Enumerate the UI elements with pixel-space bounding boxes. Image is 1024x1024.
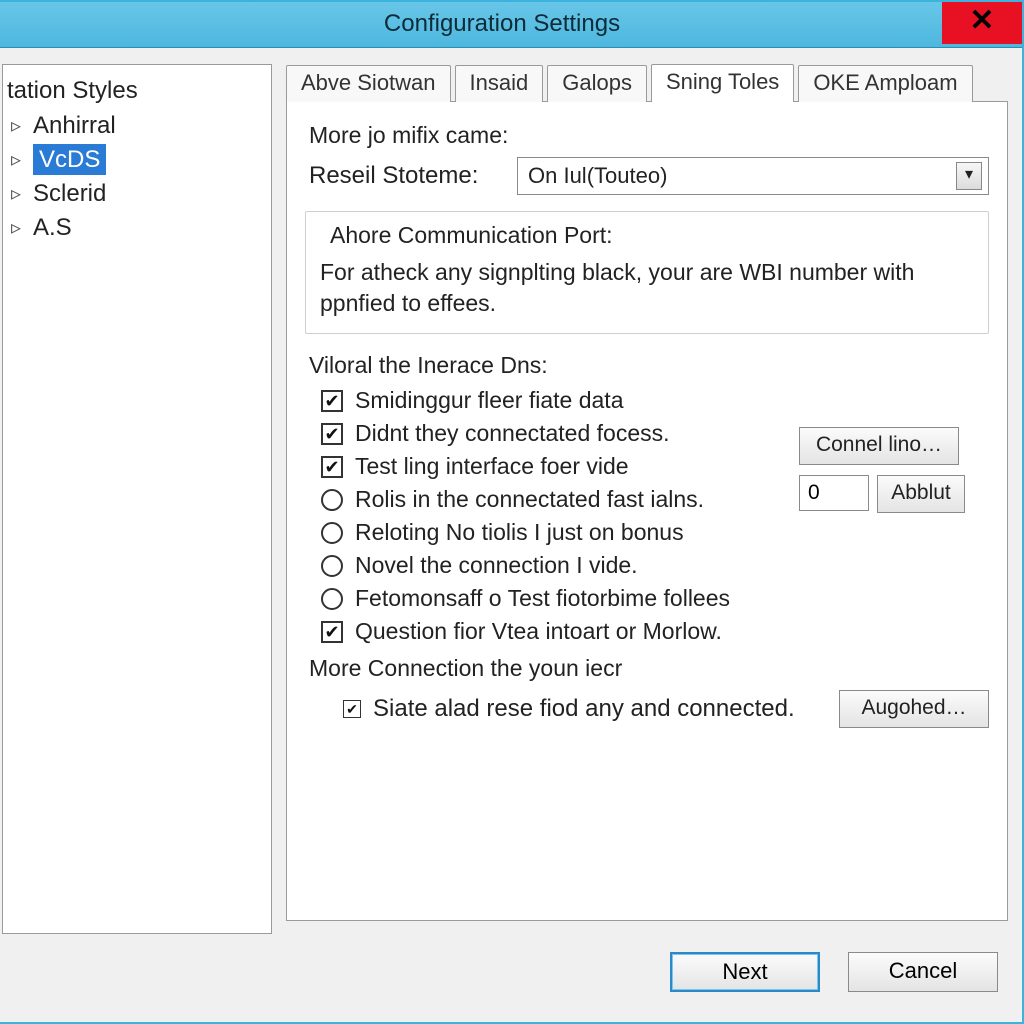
tab-label: OKE Amploam xyxy=(813,70,957,95)
button-label: Abblut xyxy=(891,481,951,504)
option-label: Reloting No tiolis I just on bonus xyxy=(355,519,684,546)
client-area: tation Styles ▹ Anhirral ▹ VcDS ▹ Scleri… xyxy=(0,50,1022,1022)
comm-port-text: For atheck any signplting black, your ar… xyxy=(320,257,974,319)
comm-port-group: Ahore Communication Port: For atheck any… xyxy=(305,211,989,334)
side-controls: Connel lino… Abblut xyxy=(799,427,989,513)
viloral-heading: Viloral the Inerace Dns: xyxy=(309,352,989,379)
option-label: Rolis in the connectated fast ialns. xyxy=(355,486,704,513)
group1-heading: More jo mifix came: xyxy=(309,122,989,149)
titlebar: Configuration Settings ✕ xyxy=(0,2,1022,48)
button-label: Next xyxy=(722,959,767,984)
button-label: Cancel xyxy=(889,958,957,983)
nav-tree[interactable]: tation Styles ▹ Anhirral ▹ VcDS ▹ Scleri… xyxy=(2,64,272,934)
option-fetomonsaff[interactable]: Fetomonsaff o Test fiotorbime follees xyxy=(305,585,989,612)
main-panel: Abve Siotwan Insaid Galops Sning Toles O… xyxy=(272,64,1008,934)
number-input[interactable] xyxy=(799,475,869,511)
option-label: Smidinggur fleer fiate data xyxy=(355,387,624,414)
tree-item-label: A.S xyxy=(33,214,72,241)
tab-label: Galops xyxy=(562,70,632,95)
dialog-footer: Next Cancel xyxy=(670,952,998,992)
option-reloting[interactable]: Reloting No tiolis I just on bonus xyxy=(305,519,989,546)
tab-galops[interactable]: Galops xyxy=(547,65,647,102)
radio-icon[interactable] xyxy=(321,522,343,544)
checkbox-icon[interactable] xyxy=(321,423,343,445)
viloral-options: Smidinggur fleer fiate data Didnt they c… xyxy=(305,387,989,645)
tab-page: More jo mifix came: Reseil Stoteme: On I… xyxy=(286,101,1008,921)
radio-icon[interactable] xyxy=(321,588,343,610)
cancel-button[interactable]: Cancel xyxy=(848,952,998,992)
option-novel[interactable]: Novel the connection I vide. xyxy=(305,552,989,579)
tab-sning-toles[interactable]: Sning Toles xyxy=(651,64,794,102)
tree-item-anhirral[interactable]: ▹ Anhirral xyxy=(3,109,271,143)
chevron-right-icon: ▹ xyxy=(11,181,21,206)
option-label: Fetomonsaff o Test fiotorbime follees xyxy=(355,585,730,612)
chevron-right-icon: ▹ xyxy=(11,113,21,138)
checkbox-icon[interactable] xyxy=(321,621,343,643)
radio-icon[interactable] xyxy=(321,555,343,577)
chevron-down-icon[interactable]: ▾ xyxy=(956,162,982,190)
tab-oke-amploam[interactable]: OKE Amploam xyxy=(798,65,972,102)
window-title: Configuration Settings xyxy=(0,10,1022,38)
button-label: Connel lino… xyxy=(816,433,942,456)
tab-label: Abve Siotwan xyxy=(301,70,436,95)
tree-root[interactable]: tation Styles xyxy=(3,73,271,109)
tree-item-sclerid[interactable]: ▹ Sclerid xyxy=(3,177,271,211)
augohed-button[interactable]: Augohed… xyxy=(839,690,989,728)
chevron-right-icon: ▹ xyxy=(11,147,21,172)
checkbox-icon[interactable] xyxy=(321,390,343,412)
close-button[interactable]: ✕ xyxy=(942,2,1022,44)
option-label: Novel the connection I vide. xyxy=(355,552,638,579)
config-window: Configuration Settings ✕ tation Styles ▹… xyxy=(0,0,1024,1024)
abblut-button[interactable]: Abblut xyxy=(877,475,965,513)
more-connection-heading: More Connection the youn iecr xyxy=(309,655,989,682)
chevron-right-icon: ▹ xyxy=(11,215,21,240)
tab-label: Sning Toles xyxy=(666,69,779,94)
reseil-label: Reseil Stoteme: xyxy=(309,162,499,190)
reseil-dropdown[interactable]: On Iul(Touteo) ▾ xyxy=(517,157,989,195)
close-icon: ✕ xyxy=(969,4,994,37)
tab-strip: Abve Siotwan Insaid Galops Sning Toles O… xyxy=(286,64,1008,102)
radio-icon[interactable] xyxy=(321,489,343,511)
option-label: Test ling interface foer vide xyxy=(355,453,629,480)
tab-abve-siotwan[interactable]: Abve Siotwan xyxy=(286,65,451,102)
next-button[interactable]: Next xyxy=(670,952,820,992)
checkbox-icon[interactable] xyxy=(321,456,343,478)
tree-item-vcds[interactable]: ▹ VcDS xyxy=(3,143,271,177)
tab-insaid[interactable]: Insaid xyxy=(455,65,544,102)
dropdown-value: On Iul(Touteo) xyxy=(528,163,667,189)
check-label: Siate alad rese fiod any and connected. xyxy=(373,695,795,723)
tree-item-label: VcDS xyxy=(33,144,106,175)
option-question[interactable]: Question fior Vtea intoart or Morlow. xyxy=(305,618,989,645)
connel-lino-button[interactable]: Connel lino… xyxy=(799,427,959,465)
tree-item-as[interactable]: ▹ A.S xyxy=(3,211,271,245)
option-label: Didnt they connectated focess. xyxy=(355,420,670,447)
siate-check-row[interactable]: Siate alad rese fiod any and connected. xyxy=(343,695,795,723)
tree-item-label: Sclerid xyxy=(33,180,106,207)
option-smidinggur[interactable]: Smidinggur fleer fiate data xyxy=(305,387,989,414)
checkbox-icon[interactable] xyxy=(343,700,361,718)
tree-item-label: Anhirral xyxy=(33,112,116,139)
comm-port-legend: Ahore Communication Port: xyxy=(324,222,619,249)
button-label: Augohed… xyxy=(861,696,966,719)
option-label: Question fior Vtea intoart or Morlow. xyxy=(355,618,722,645)
tab-label: Insaid xyxy=(470,70,529,95)
more-connection-group: More Connection the youn iecr Siate alad… xyxy=(305,655,989,728)
